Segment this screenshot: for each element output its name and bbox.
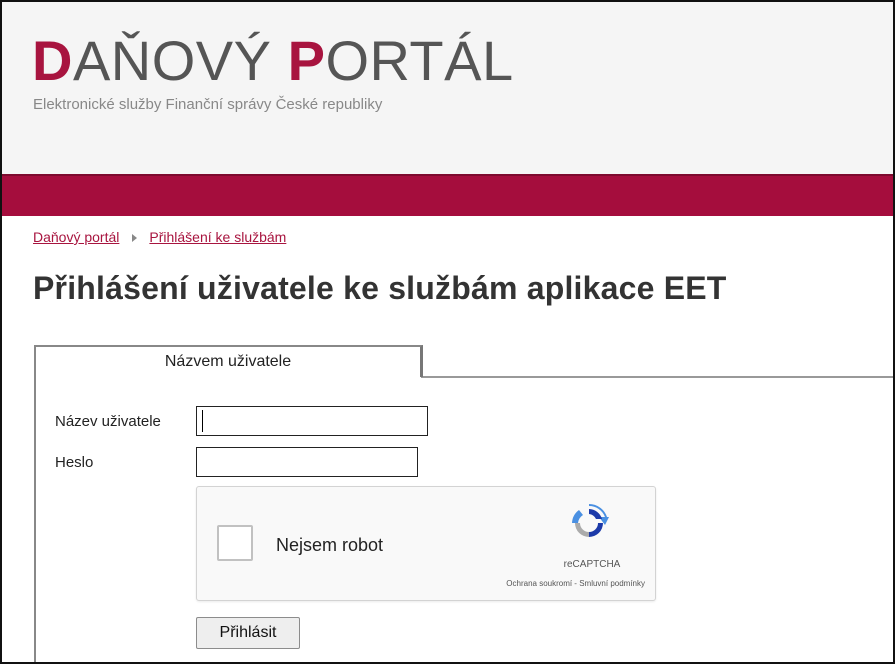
recaptcha-logo-icon — [572, 504, 609, 537]
tab-label: Názvem uživatele — [164, 353, 292, 370]
logo-text-danovy: AŇOVÝ — [72, 29, 288, 92]
tab-divider — [421, 376, 893, 378]
triangle-right-icon — [132, 233, 138, 242]
tab-username-login[interactable]: Názvem uživatele — [34, 345, 423, 377]
text-cursor — [202, 410, 203, 432]
recaptcha-label: Nejsem robot — [276, 535, 384, 555]
password-label: Heslo — [55, 454, 94, 471]
browser-viewport: DAŇOVÝ PORTÁL Elektronické služby Finanč… — [0, 0, 895, 664]
password-input[interactable] — [196, 447, 418, 477]
recaptcha-checkbox[interactable] — [217, 525, 253, 561]
recaptcha-brand: reCAPTCHA — [563, 559, 621, 570]
username-input[interactable] — [196, 406, 428, 436]
site-logo[interactable]: DAŇOVÝ PORTÁL — [32, 33, 514, 89]
breadcrumb-link-home[interactable]: Daňový portál — [33, 229, 119, 245]
login-submit-button[interactable]: Přihlásit — [196, 617, 300, 649]
page-title: Přihlášení uživatele ke službám aplikace… — [33, 270, 727, 306]
username-label: Název uživatele — [55, 413, 161, 430]
site-header: DAŇOVÝ PORTÁL Elektronické služby Finanč… — [2, 2, 893, 174]
panel-left-border — [34, 375, 36, 662]
navigation-bar — [2, 174, 893, 216]
breadcrumb-link-login[interactable]: Přihlášení ke službám — [149, 229, 286, 245]
logo-letter-p: P — [287, 29, 326, 92]
breadcrumb: Daňový portál Přihlášení ke službám — [33, 229, 286, 245]
logo-text-portal: ORTÁL — [325, 29, 514, 92]
recaptcha-widget: Nejsem robot reCAPTCHA Ochrana soukromí … — [196, 486, 656, 601]
recaptcha-privacy-terms-links[interactable]: Ochrana soukromí - Smluvní podmínky — [425, 579, 645, 588]
site-tagline: Elektronické služby Finanční správy Česk… — [33, 96, 383, 113]
logo-letter-d: D — [32, 29, 73, 92]
